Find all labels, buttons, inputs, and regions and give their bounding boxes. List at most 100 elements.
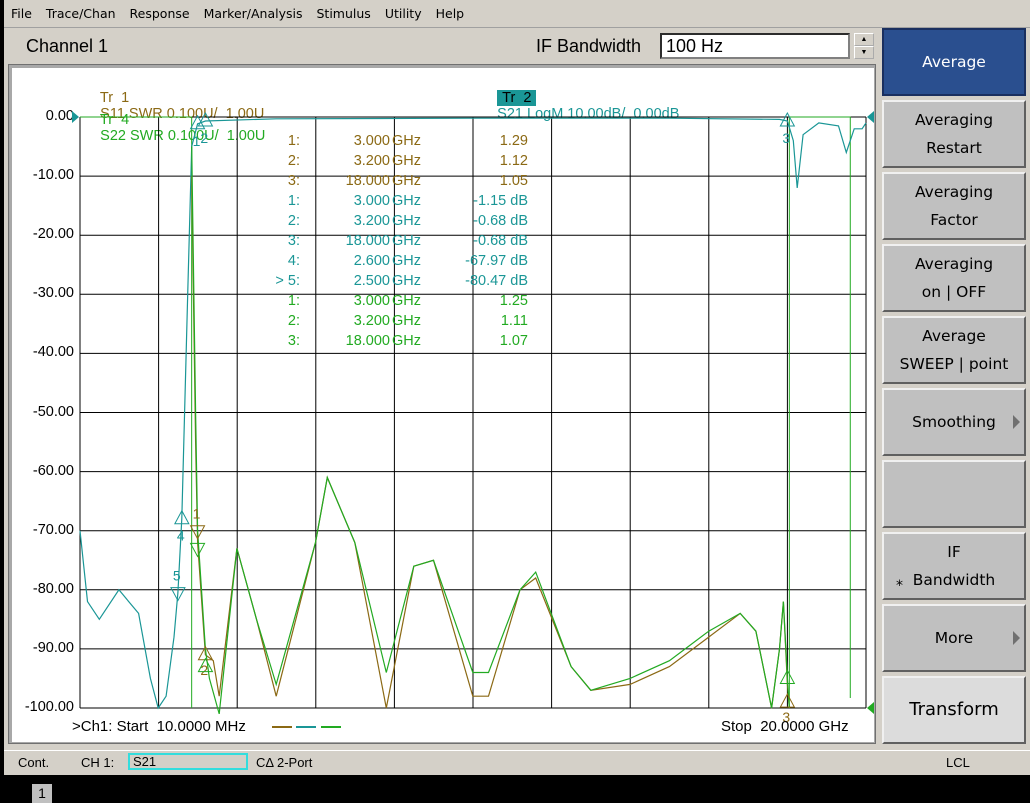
softkey-averaging-restart[interactable]: Averaging Restart: [882, 100, 1026, 168]
marker-number: > 5:: [275, 273, 300, 289]
menu-stimulus[interactable]: Stimulus: [310, 6, 378, 21]
trace-chart[interactable]: 1 2 345123: [12, 68, 874, 742]
softkey-label: Averaging: [914, 111, 994, 129]
spin-down-button[interactable]: ▼: [854, 46, 874, 59]
menu-help[interactable]: Help: [429, 6, 472, 21]
marker-frequency: 3.200: [353, 213, 390, 229]
softkey-label: IF: [947, 543, 961, 561]
marker-frequency: 18.000: [345, 333, 390, 349]
marker-value: -67.97 dB: [465, 253, 528, 269]
softkey-label: Average: [922, 53, 986, 71]
marker-number: 3:: [287, 233, 300, 249]
softkey-label: SWEEP | point: [899, 355, 1009, 373]
menu-trace-chan[interactable]: Trace/Chan: [39, 6, 123, 21]
softkey-label: Bandwidth: [912, 571, 996, 589]
channel-badge[interactable]: 1: [32, 784, 52, 803]
softkey-average-sweep-point[interactable]: Average SWEEP | point: [882, 316, 1026, 384]
if-bandwidth-label: IF Bandwidth: [536, 36, 642, 56]
menu-bar: File Trace/Chan Response Marker/Analysis…: [4, 0, 1030, 28]
softkey-if-bandwidth[interactable]: IF Bandwidth *: [882, 532, 1026, 600]
channel-title: Channel 1: [26, 36, 109, 56]
marker-number: 1:: [287, 293, 300, 309]
marker-value: -0.68 dB: [473, 233, 528, 249]
softkey-more[interactable]: More: [882, 604, 1026, 672]
menu-file[interactable]: File: [4, 6, 39, 21]
marker-frequency: 18.000: [345, 233, 390, 249]
spin-up-button[interactable]: ▲: [854, 33, 874, 46]
menu-utility[interactable]: Utility: [378, 6, 429, 21]
marker-number: 2:: [287, 153, 300, 169]
if-bandwidth-input[interactable]: 100 Hz: [660, 33, 850, 59]
marker-number: 1:: [287, 193, 300, 209]
marker-number: 3:: [287, 333, 300, 349]
calibration-status: CΔ 2-Port: [256, 755, 313, 770]
active-indicator-icon: *: [896, 578, 903, 594]
marker-number: 2:: [287, 313, 300, 329]
softkey-label: More: [934, 629, 974, 647]
marker-frequency: 3.200: [353, 313, 390, 329]
marker-number: 2:: [287, 213, 300, 229]
marker-value: 1.07: [499, 333, 528, 349]
marker-glyph-label: 1: [193, 133, 201, 149]
trace-color-legend: [272, 726, 341, 728]
softkey-smoothing[interactable]: Smoothing: [882, 388, 1026, 456]
softkey-label: Transform: [909, 699, 999, 720]
softkey-label: on | OFF: [921, 283, 987, 301]
softkey-label: Smoothing: [912, 413, 996, 431]
marker-glyph-label: 2: [200, 130, 208, 146]
marker-glyph-label: 3: [782, 130, 790, 146]
active-parameter[interactable]: S21: [128, 753, 248, 770]
marker-value: -80.47 dB: [465, 273, 528, 289]
marker-glyph-label: 2: [200, 662, 208, 678]
marker-frequency: 3.000: [353, 133, 390, 149]
sweep-mode: Cont.: [18, 755, 50, 770]
softkey-blank[interactable]: [882, 460, 1026, 528]
softkey-panel: Average Averaging Restart Averaging Factor Av…: [880, 28, 1030, 746]
channel-header: Channel 1 IF Bandwidth 100 Hz ▲ ▼: [8, 30, 876, 64]
marker-frequency: 3.200: [353, 153, 390, 169]
marker-glyph-label: 4: [177, 528, 185, 544]
softkey-averaging-on-off[interactable]: Averaging on | OFF: [882, 244, 1026, 312]
reference-arrow-bottom-icon: [867, 702, 874, 714]
marker-frequency: 3.000: [353, 293, 390, 309]
plot-window: Tr 1 S11 SWR 0.100U/ 1.00U Tr 4 S22 SWR …: [12, 68, 874, 803]
marker-glyph-label: 1: [193, 506, 201, 522]
softkey-average[interactable]: Average: [882, 28, 1026, 96]
marker-value: 1.25: [499, 293, 528, 309]
if-bandwidth-spinner: ▲ ▼: [854, 33, 874, 61]
softkey-averaging-factor[interactable]: Averaging Factor: [882, 172, 1026, 240]
status-bar: Cont. CH 1: S21 CΔ 2-Port LCL: [4, 750, 1030, 775]
remote-status: LCL: [946, 755, 970, 770]
marker-number: 1:: [287, 133, 300, 149]
marker-value: -0.68 dB: [473, 213, 528, 229]
reference-arrow-left-icon: [72, 111, 79, 123]
marker-value: 1.11: [500, 313, 528, 329]
marker-2-s21-icon: [197, 111, 214, 127]
softkey-label: Restart: [926, 139, 982, 157]
marker-value: 1.29: [499, 133, 528, 149]
marker-frequency: 18.000: [345, 173, 390, 189]
marker-value: -1.15 dB: [473, 193, 528, 209]
reference-arrow-right-icon: [867, 111, 874, 123]
softkey-label: Averaging: [914, 183, 994, 201]
marker-frequency: 3.000: [353, 193, 390, 209]
submenu-arrow-icon: [1013, 631, 1020, 645]
marker-value: 1.05: [499, 173, 528, 189]
marker-frequency: 2.500: [353, 273, 390, 289]
marker-number: 3:: [287, 173, 300, 189]
marker-glyph-label: 5: [173, 568, 181, 584]
status-channel: CH 1:: [81, 755, 115, 770]
marker-frequency: 2.600: [353, 253, 390, 269]
softkey-label: Factor: [930, 211, 978, 229]
menu-response[interactable]: Response: [123, 6, 197, 21]
marker-value: 1.12: [499, 153, 528, 169]
softkey-label: Averaging: [914, 255, 994, 273]
stop-frequency: Stop 20.0000 GHz: [721, 718, 849, 735]
vna-application: File Trace/Chan Response Marker/Analysis…: [4, 0, 1030, 803]
submenu-arrow-icon: [1013, 415, 1020, 429]
marker-number: 4:: [287, 253, 300, 269]
softkey-transform[interactable]: Transform: [882, 676, 1026, 744]
menu-marker-analysis[interactable]: Marker/Analysis: [197, 6, 310, 21]
softkey-label: Average: [922, 327, 986, 345]
start-frequency: >Ch1: Start 10.0000 MHz: [72, 718, 246, 735]
